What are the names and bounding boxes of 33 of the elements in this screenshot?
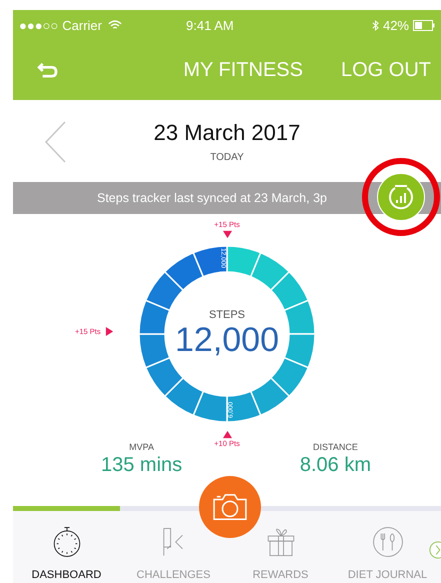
wifi-icon: [108, 20, 122, 30]
right-triangle-icon: [104, 327, 114, 336]
steps-label: STEPS: [208, 308, 246, 320]
back-arrow-icon: [37, 62, 59, 78]
logout-button[interactable]: LOG OUT: [340, 58, 431, 82]
carrier-name: Carrier: [62, 18, 102, 32]
clock-time: 9:41 AM: [186, 18, 234, 32]
screen-title: MY FITNESS: [183, 58, 303, 82]
date-title: 23 March 2017: [154, 120, 300, 146]
stat-value: 135 mins: [101, 454, 182, 477]
stat-value: 8.06 km: [300, 454, 371, 477]
previous-day-button[interactable]: [43, 120, 67, 164]
battery-icon: [413, 20, 435, 30]
battery-percent: 42%: [382, 18, 409, 32]
camera-icon: [211, 492, 249, 522]
stat-label: DISTANCE: [313, 442, 358, 452]
tab-item[interactable]: DASHBOARD: [13, 525, 120, 581]
tab-item[interactable]: REWARDS: [227, 525, 334, 581]
bar-chart-icon: [386, 182, 416, 212]
stat-label: MVPA: [129, 442, 154, 452]
steps-value: 12,000: [175, 320, 279, 360]
tab-item[interactable]: DIET JOURNAL: [334, 525, 441, 581]
sync-message: Steps tracker last synced at 23 March, 3p: [97, 191, 327, 205]
signal-dots: ●●●○○: [19, 18, 58, 32]
bluetooth-icon: [372, 20, 379, 30]
down-triangle-icon: [222, 230, 232, 239]
tab-item[interactable]: CHALLENGES: [120, 525, 227, 581]
plate-cutlery-icon: [370, 525, 404, 559]
back-button[interactable]: [37, 62, 59, 78]
date-subtitle: TODAY: [210, 152, 244, 162]
chevron-left-icon: [43, 120, 67, 164]
sync-button[interactable]: [377, 173, 425, 221]
up-triangle-icon: [222, 430, 232, 439]
